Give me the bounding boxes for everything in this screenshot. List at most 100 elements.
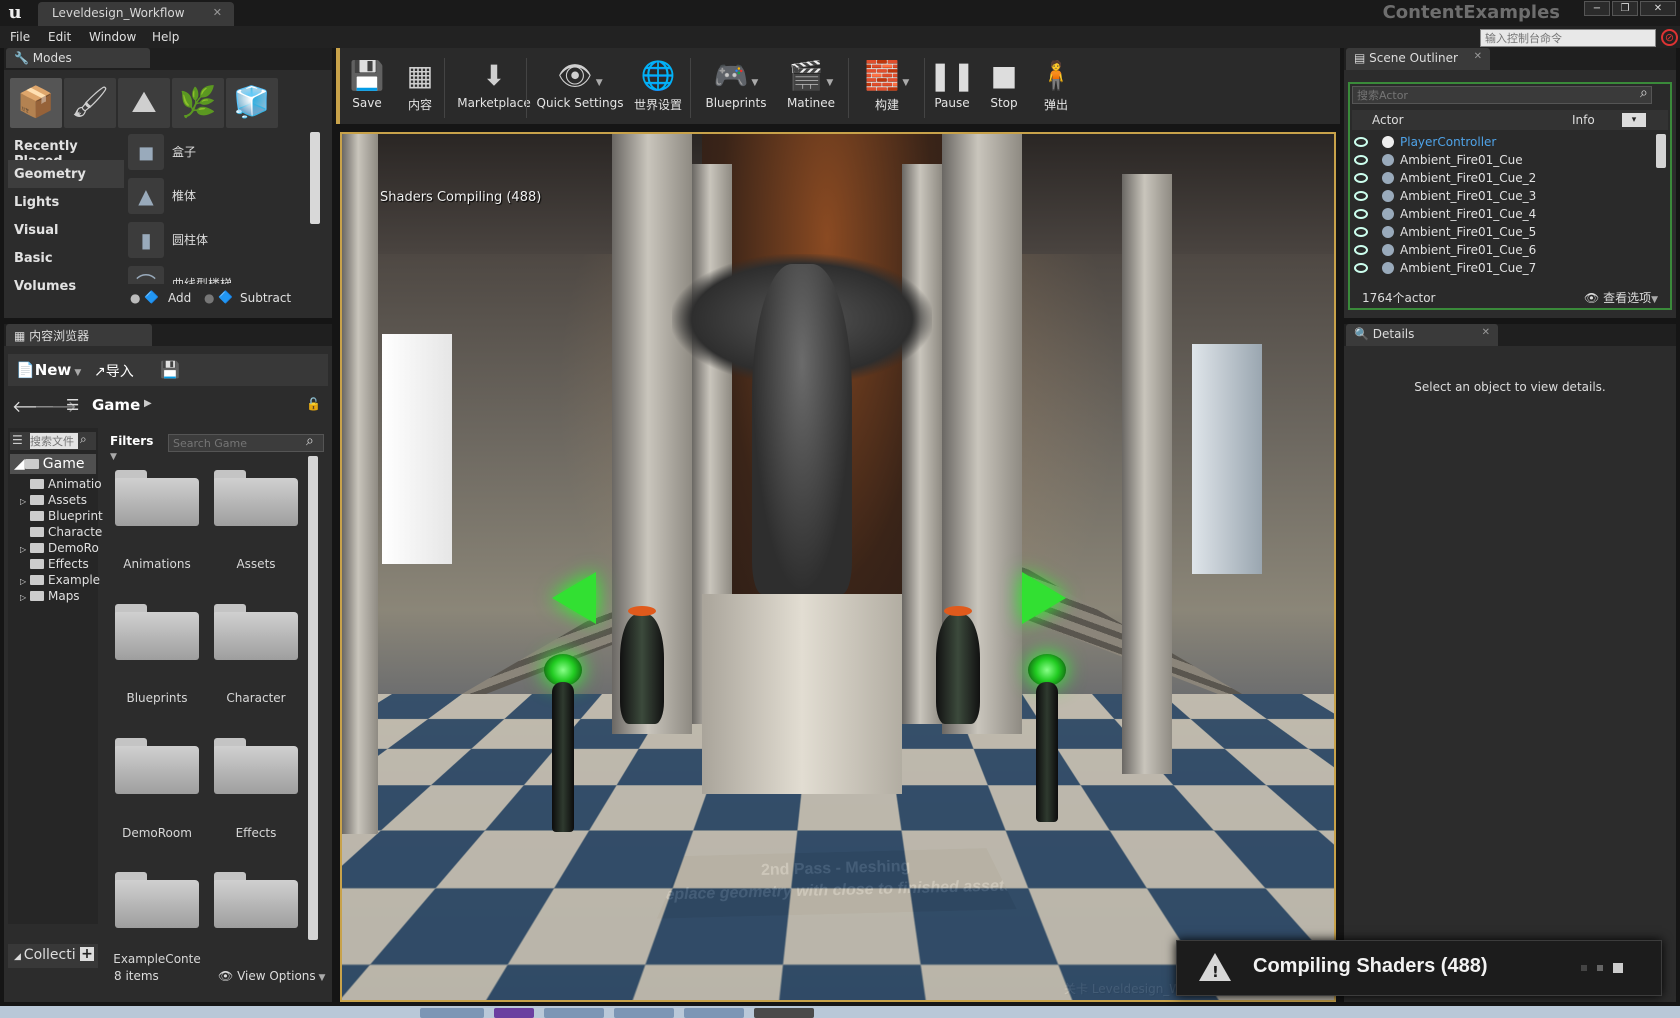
close-icon[interactable]: ✕ <box>1474 51 1482 62</box>
visibility-eye-icon[interactable] <box>1354 173 1368 183</box>
restore-button[interactable]: ❐ <box>1612 1 1638 16</box>
quick-settings-button[interactable]: 👁 ▼ Quick Settings <box>530 56 630 122</box>
tree-item[interactable]: ▷ Example <box>20 573 100 587</box>
filters-button[interactable]: Filters ▼ <box>110 432 162 462</box>
matinee-button[interactable]: 🎬 ▼ Matinee <box>776 56 846 122</box>
menu-file[interactable]: File <box>10 30 30 44</box>
placeable-curved-stair[interactable]: ⌒ 曲线型楼梯 <box>126 264 316 284</box>
taskbar-button[interactable] <box>544 1008 604 1018</box>
taskbar-button[interactable] <box>420 1008 484 1018</box>
chevron-right-icon[interactable]: ▶ <box>144 398 152 409</box>
tree-item[interactable]: ▷ DemoRo <box>20 541 99 555</box>
document-tab[interactable]: Leveldesign_Workflow ✕ <box>38 2 234 26</box>
category-volumes[interactable]: Volumes <box>8 272 124 300</box>
tree-item[interactable]: ▷ Maps <box>20 589 80 603</box>
folder-effects[interactable] <box>214 738 298 798</box>
visibility-eye-icon[interactable] <box>1354 227 1368 237</box>
outliner-row[interactable]: Ambient_Fire01_Cue_3 <box>1352 188 1652 206</box>
menu-help[interactable]: Help <box>152 30 179 44</box>
minimize-button[interactable]: − <box>1584 1 1610 16</box>
stop-button[interactable]: ■ Stop <box>982 56 1026 122</box>
landscape-mode-button[interactable]: ⛰ <box>118 78 170 128</box>
pause-button[interactable]: ❚❚ Pause <box>928 56 976 122</box>
column-actor[interactable]: Actor <box>1372 113 1404 127</box>
outliner-row[interactable]: PlayerController <box>1352 134 1652 152</box>
build-button[interactable]: 🧱 ▼ 构建 <box>852 56 922 122</box>
subtract-radio[interactable]: ● <box>204 291 214 305</box>
view-options-button[interactable]: 👁 View Options ▼ <box>218 969 325 983</box>
new-button[interactable]: 📄New ▼ <box>10 358 87 382</box>
collections-header[interactable]: ◢ Collecti + <box>8 944 98 968</box>
outliner-row[interactable]: Ambient_Fire01_Cue_7 <box>1352 260 1652 278</box>
foliage-mode-button[interactable]: 🌿 <box>172 78 224 128</box>
outliner-view-options-button[interactable]: 👁 查看选项▼ <box>1584 289 1658 306</box>
outliner-row[interactable]: Ambient_Fire01_Cue_4 <box>1352 206 1652 224</box>
visibility-eye-icon[interactable] <box>1354 155 1368 165</box>
world-settings-button[interactable]: 🌐 世界设置 <box>630 56 686 122</box>
console-command-input[interactable] <box>1480 29 1656 47</box>
folder-character[interactable] <box>214 604 298 664</box>
folder-blueprints[interactable] <box>115 604 199 664</box>
tab-modes[interactable]: 🔧 Modes <box>6 48 150 68</box>
folder-examplecontent[interactable] <box>115 872 199 932</box>
tree-item[interactable]: Characte <box>30 525 102 539</box>
visibility-eye-icon[interactable] <box>1354 209 1368 219</box>
placeable-cone[interactable]: ▲ 椎体 <box>126 176 316 216</box>
tree-root-game[interactable]: ◢ Game <box>10 454 96 474</box>
category-geometry[interactable]: Geometry <box>8 160 124 188</box>
close-window-button[interactable]: ✕ <box>1640 1 1676 16</box>
placeable-box[interactable]: ◼ 盒子 <box>126 132 316 172</box>
placement-mode-button[interactable]: 📦 <box>10 78 62 128</box>
outliner-row[interactable]: Ambient_Fire01_Cue_5 <box>1352 224 1652 242</box>
folder-assets[interactable] <box>214 470 298 530</box>
outliner-scrollbar[interactable] <box>1656 134 1666 168</box>
folder-animations[interactable] <box>115 470 199 530</box>
asset-search-input[interactable] <box>168 434 324 452</box>
folder-demoroom[interactable] <box>115 738 199 798</box>
category-visual[interactable]: Visual <box>8 216 124 244</box>
taskbar-button[interactable] <box>614 1008 674 1018</box>
paint-mode-button[interactable]: 🖌 <box>64 78 116 128</box>
folder-maps[interactable] <box>214 872 298 932</box>
actor-search-input[interactable] <box>1352 86 1652 104</box>
lock-icon[interactable]: 🔓 <box>306 397 321 411</box>
tree-item[interactable]: Animatio <box>30 477 102 491</box>
tree-search[interactable]: ☰ ⌕ <box>10 432 96 450</box>
menu-edit[interactable]: Edit <box>48 30 71 44</box>
taskbar-button[interactable] <box>684 1008 744 1018</box>
placeable-cylinder[interactable]: ▮ 圆柱体 <box>126 220 316 260</box>
visibility-eye-icon[interactable] <box>1354 245 1368 255</box>
column-info[interactable]: Info <box>1572 113 1595 127</box>
add-radio[interactable]: ● <box>130 291 140 305</box>
column-dropdown-icon[interactable]: ▾ <box>1622 113 1646 127</box>
outliner-row[interactable]: Ambient_Fire01_Cue_6 <box>1352 242 1652 260</box>
tab-details[interactable]: 🔍 Details ✕ <box>1346 324 1498 346</box>
asset-grid-scrollbar[interactable] <box>308 456 318 940</box>
save-all-icon[interactable]: 💾 <box>160 360 180 379</box>
folder-tree-icon[interactable]: ☰ <box>66 396 79 414</box>
save-button[interactable]: 💾 Save <box>346 56 388 122</box>
visibility-eye-icon[interactable] <box>1354 263 1368 273</box>
add-collection-icon[interactable]: + <box>80 947 94 961</box>
level-viewport[interactable]: 2nd Pass - Meshing replace geometry with… <box>340 132 1336 1002</box>
geometry-edit-mode-button[interactable]: 🧊 <box>226 78 278 128</box>
visibility-eye-icon[interactable] <box>1354 191 1368 201</box>
category-basic[interactable]: Basic <box>8 244 124 272</box>
outliner-row[interactable]: Ambient_Fire01_Cue <box>1352 152 1652 170</box>
visibility-eye-icon[interactable] <box>1354 137 1368 147</box>
console-error-icon[interactable]: ⊘ <box>1661 29 1678 46</box>
taskbar-button[interactable] <box>494 1008 534 1018</box>
category-recently-placed[interactable]: Recently Placed <box>8 132 124 169</box>
blueprints-button[interactable]: 🎮 ▼ Blueprints <box>694 56 778 122</box>
tree-item[interactable]: ▷ Assets <box>20 493 87 507</box>
tree-search-input[interactable] <box>30 433 78 449</box>
eject-button[interactable]: 🧍 弹出 <box>1034 56 1078 122</box>
modes-scrollbar[interactable] <box>310 132 320 224</box>
import-button[interactable]: ↗导入 <box>90 358 138 382</box>
tree-item[interactable]: Blueprint <box>30 509 103 523</box>
tree-item[interactable]: Effects <box>30 557 89 571</box>
close-icon[interactable]: ✕ <box>213 6 222 19</box>
menu-window[interactable]: Window <box>89 30 136 44</box>
tab-scene-outliner[interactable]: ▤ Scene Outliner ✕ <box>1346 48 1490 70</box>
taskbar-button[interactable] <box>754 1008 814 1018</box>
